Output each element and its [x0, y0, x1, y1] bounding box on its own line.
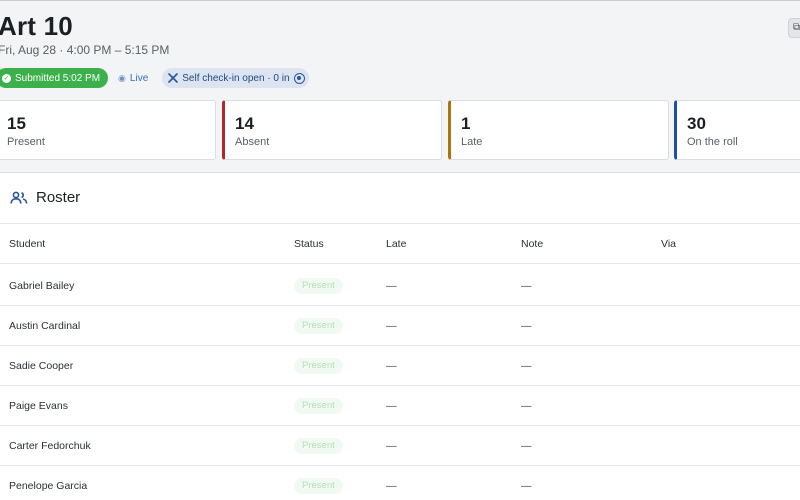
export-icon: ⧉ [793, 22, 800, 33]
late-value: — [386, 440, 397, 452]
roster-header: Roster [10, 189, 80, 206]
table-row[interactable]: Austin Cardinal Present — — [0, 306, 800, 346]
submitted-badge-label: Submitted 5:02 PM [15, 72, 101, 84]
column-header-student[interactable]: Student [9, 224, 45, 264]
stat-card-on-roll: 30 On the roll [674, 100, 800, 160]
check-circle-icon: ✓ [2, 73, 11, 83]
student-name[interactable]: Carter Fedorchuk [9, 426, 91, 466]
page-title: Art 10 [0, 11, 73, 41]
self-checkin-label: Self check-in open · 0 in [182, 72, 290, 84]
late-value: — [386, 480, 397, 492]
table-header-row: Student Status Late Note Via [0, 224, 800, 264]
sparkle-icon [168, 73, 179, 83]
status-badge[interactable]: Present [294, 318, 343, 335]
table-row[interactable]: Gabriel Bailey Present — — [0, 266, 800, 306]
users-icon [10, 191, 28, 204]
table-row[interactable]: Penelope Garcia Present — — [0, 466, 800, 500]
target-icon [293, 72, 305, 84]
note-value[interactable]: — [521, 386, 532, 426]
note-value[interactable]: — [521, 266, 532, 306]
window-top-border [0, 0, 800, 1]
student-name[interactable]: Austin Cardinal [9, 306, 80, 346]
status-badges: ✓ Submitted 5:02 PM ◉ Live Self check-in… [0, 68, 309, 88]
student-name[interactable]: Gabriel Bailey [9, 266, 74, 306]
late-value: — [386, 360, 397, 372]
late-value: — [386, 320, 397, 332]
late-value: — [386, 280, 397, 292]
session-time: Fri, Aug 28 · 4:00 PM – 5:15 PM [0, 43, 170, 57]
late-value: — [386, 400, 397, 412]
note-value[interactable]: — [521, 346, 532, 386]
stat-card-absent: 14 Absent [222, 100, 442, 160]
live-label: Live [129, 72, 149, 84]
column-header-late[interactable]: Late [386, 224, 406, 264]
live-indicator: ◉ Live [118, 73, 148, 84]
status-badge[interactable]: Present [294, 478, 343, 495]
stat-value: 30 [687, 114, 706, 133]
export-button[interactable]: ⧉ [788, 18, 800, 38]
stat-label: Late [461, 136, 483, 148]
column-header-status[interactable]: Status [294, 224, 324, 264]
stat-card-late: 1 Late [448, 100, 669, 160]
table-row[interactable]: Paige Evans Present — — [0, 386, 800, 426]
student-name[interactable]: Paige Evans [9, 386, 68, 426]
stat-value: 14 [235, 114, 254, 133]
broadcast-icon: ◉ [118, 72, 126, 83]
roster-panel: Roster Student Status Late Note Via Gabr… [0, 172, 800, 500]
note-value[interactable]: — [521, 306, 532, 346]
column-header-note[interactable]: Note [521, 224, 543, 264]
stat-value: 15 [7, 114, 26, 133]
column-header-via[interactable]: Via [661, 224, 676, 264]
submitted-badge: ✓ Submitted 5:02 PM [0, 68, 109, 88]
stat-label: Present [7, 136, 45, 148]
stat-label: On the roll [687, 136, 738, 148]
student-name[interactable]: Penelope Garcia [9, 466, 87, 500]
table-row[interactable]: Carter Fedorchuk Present — — [0, 426, 800, 466]
self-checkin-badge[interactable]: Self check-in open · 0 in [162, 68, 309, 88]
stat-card-present: 15 Present [0, 100, 216, 160]
table-row[interactable]: Sadie Cooper Present — — [0, 346, 800, 386]
status-badge[interactable]: Present [294, 358, 343, 375]
roster-title: Roster [36, 189, 81, 206]
stat-label: Absent [235, 136, 270, 148]
status-badge[interactable]: Present [294, 278, 343, 295]
note-value[interactable]: — [521, 466, 532, 500]
note-value[interactable]: — [521, 426, 532, 466]
status-badge[interactable]: Present [294, 398, 343, 415]
stat-value: 1 [461, 114, 471, 133]
student-name[interactable]: Sadie Cooper [9, 346, 73, 386]
status-badge[interactable]: Present [294, 438, 343, 455]
